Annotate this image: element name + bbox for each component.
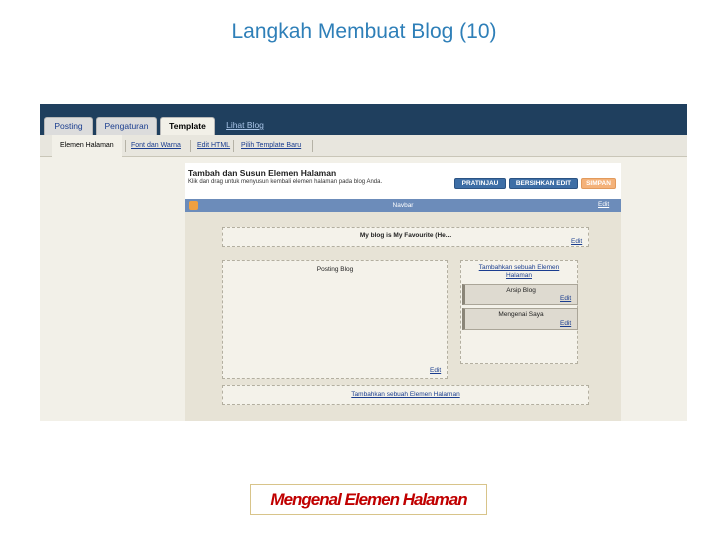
- sidebar-element: Tambahkan sebuah Elemen Halaman Arsip Bl…: [460, 260, 578, 364]
- footer-element: Tambahkan sebuah Elemen Halaman: [222, 385, 589, 405]
- header-edit-link[interactable]: Edit: [571, 238, 582, 245]
- about-me-gadget[interactable]: Mengenai Saya Edit: [462, 308, 578, 330]
- archive-gadget[interactable]: Arsip Blog Edit: [462, 284, 578, 305]
- subtab-divider: [125, 140, 126, 152]
- editor-subheading: Klik dan drag untuk menyusun kembali ele…: [188, 179, 383, 185]
- subtab-edit-html[interactable]: Edit HTML: [197, 135, 230, 157]
- layout-area: Navbar Edit My blog is My Favourite (He.…: [185, 199, 621, 421]
- subtab-divider: [312, 140, 313, 152]
- blog-posts-label: Posting Blog: [316, 266, 354, 273]
- tab-lihat-blog[interactable]: Lihat Blog: [220, 117, 270, 135]
- sidebar-add-page-element-link[interactable]: Tambahkan sebuah Elemen Halaman: [461, 264, 577, 280]
- header-element[interactable]: My blog is My Favourite (He... Edit: [222, 227, 589, 247]
- blog-posts-edit-link[interactable]: Edit: [430, 367, 441, 374]
- archive-label: Arsip Blog: [506, 287, 536, 294]
- subtab-elemen-halaman[interactable]: Elemen Halaman: [52, 135, 122, 157]
- navbar-label: Navbar: [392, 202, 414, 209]
- subtab-pilih-template-baru[interactable]: Pilih Template Baru: [241, 135, 301, 157]
- about-me-label: Mengenai Saya: [498, 311, 544, 318]
- about-me-edit-link[interactable]: Edit: [560, 320, 571, 327]
- preview-button[interactable]: PRATINJAU: [454, 178, 506, 189]
- template-subtabs: Elemen Halaman Font dan Warna Edit HTML …: [40, 135, 687, 157]
- blog-posts-element[interactable]: Posting Blog Edit: [222, 260, 448, 379]
- main-tab-bar: Posting Pengaturan Template Lihat Blog: [40, 104, 687, 136]
- tab-pengaturan[interactable]: Pengaturan: [96, 117, 157, 135]
- clear-edits-button[interactable]: BERSIHKAN EDIT: [509, 178, 578, 189]
- subtab-divider: [233, 140, 234, 152]
- tab-posting[interactable]: Posting: [44, 117, 93, 135]
- navbar-element: Navbar Edit: [185, 199, 621, 212]
- save-button[interactable]: SIMPAN: [581, 178, 616, 189]
- archive-edit-link[interactable]: Edit: [560, 295, 571, 302]
- header-title: My blog is My Favourite (He...: [359, 232, 452, 239]
- subtab-divider: [190, 140, 191, 152]
- footer-add-page-element-link[interactable]: Tambahkan sebuah Elemen Halaman: [223, 391, 588, 399]
- subtab-font-dan-warna[interactable]: Font dan Warna: [131, 135, 181, 157]
- slide-caption: Mengenal Elemen Halaman: [250, 484, 487, 515]
- slide-title: Langkah Membuat Blog (10): [231, 20, 497, 43]
- blogger-screenshot: Posting Pengaturan Template Lihat Blog E…: [40, 104, 687, 421]
- page-elements-editor: Tambah dan Susun Elemen Halaman Klik dan…: [185, 163, 621, 421]
- navbar-edit-link[interactable]: Edit: [598, 201, 609, 208]
- editor-heading: Tambah dan Susun Elemen Halaman: [188, 168, 337, 178]
- tab-template[interactable]: Template: [160, 117, 215, 136]
